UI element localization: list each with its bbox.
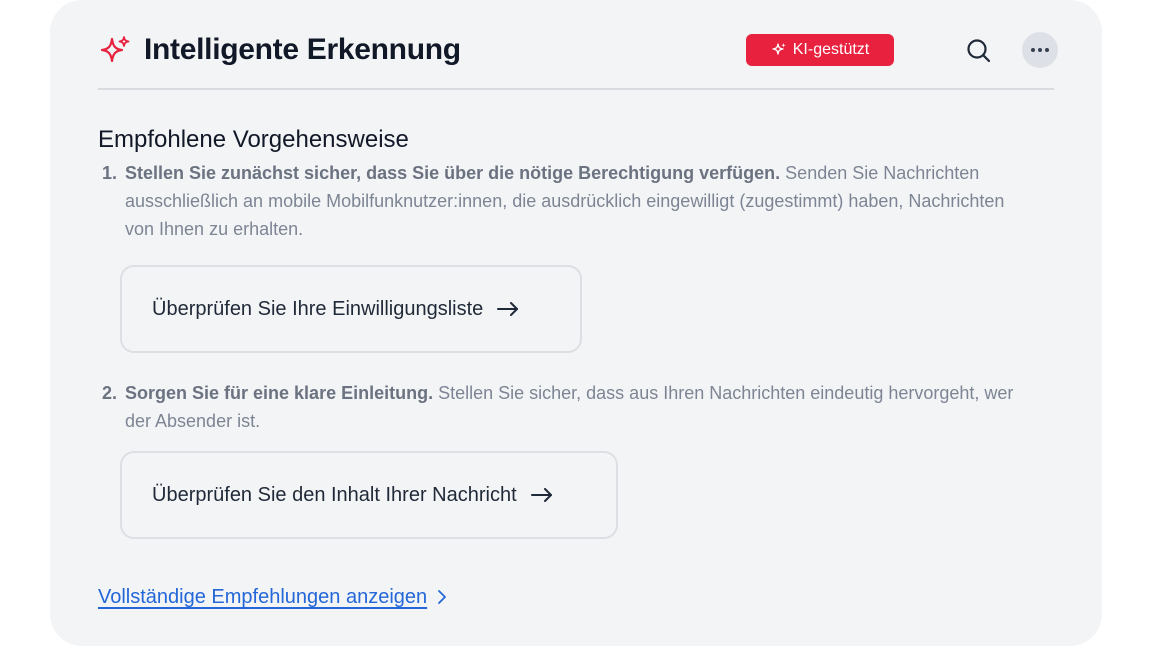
link-label: Vollständige Empfehlungen anzeigen: [98, 586, 428, 608]
step-text: Sorgen Sie für eine klare Einleitung. St…: [125, 379, 1032, 435]
sparkle-icon: [772, 43, 786, 55]
page-title: Intelligente Erkennung: [144, 33, 461, 66]
step-bold-text: Stellen Sie zunächst sicher, dass Sie üb…: [125, 163, 781, 183]
step-number: 1.: [102, 163, 118, 183]
arrow-right-icon: [497, 302, 519, 316]
chevron-right-icon: [438, 590, 447, 604]
smart-detection-card: Intelligente Erkennung KI-gestützt Empfo…: [50, 0, 1102, 646]
action-label: Überprüfen Sie Ihre Einwilligungsliste: [152, 297, 484, 320]
ai-powered-badge: KI-gestützt: [746, 34, 894, 66]
action-label: Überprüfen Sie den Inhalt Ihrer Nachrich…: [152, 483, 517, 506]
arrow-right-icon: [530, 488, 552, 502]
show-full-recommendations-link[interactable]: Vollständige Empfehlungen anzeigen: [98, 584, 447, 610]
more-options-button[interactable]: [1022, 32, 1058, 68]
recommendation-step: 1. Stellen Sie zunächst sicher, dass Sie…: [102, 159, 1032, 243]
step-number: 2.: [102, 383, 118, 403]
recommendation-step: 2. Sorgen Sie für eine klare Einleitung.…: [102, 379, 1032, 435]
badge-label: KI-gestützt: [792, 41, 870, 58]
card-header: Intelligente Erkennung KI-gestützt: [98, 28, 1058, 90]
step-bold-text: Sorgen Sie für eine klare Einleitung.: [125, 383, 434, 403]
section-heading: Empfohlene Vorgehensweise: [98, 126, 409, 153]
review-consent-list-button[interactable]: Überprüfen Sie Ihre Einwilligungsliste: [120, 265, 582, 353]
more-horizontal-icon: [1031, 48, 1049, 52]
step-text: Stellen Sie zunächst sicher, dass Sie üb…: [125, 159, 1032, 243]
sparkle-icon: [100, 36, 130, 63]
review-message-content-button[interactable]: Überprüfen Sie den Inhalt Ihrer Nachrich…: [120, 451, 618, 539]
search-icon[interactable]: [964, 36, 994, 66]
